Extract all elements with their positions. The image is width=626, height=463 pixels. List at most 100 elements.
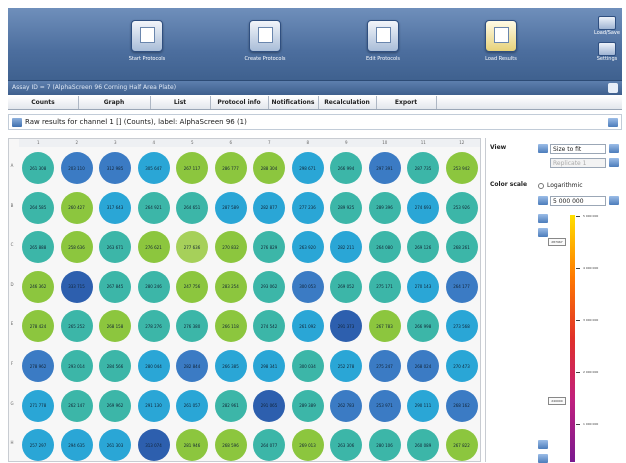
plate-well[interactable]: 300 053 — [291, 270, 324, 303]
plate-well[interactable]: 268 024 — [407, 350, 439, 382]
plate-well[interactable]: 281 946 — [176, 429, 208, 461]
row-header[interactable]: E — [9, 321, 15, 326]
plate-well[interactable]: 269 013 — [291, 429, 324, 461]
plate-well[interactable]: 257 297 — [22, 429, 54, 461]
plate-well[interactable]: 277 636 — [176, 231, 208, 264]
plate-well[interactable]: 298 341 — [253, 350, 285, 382]
plate-well[interactable]: 262 147 — [60, 389, 93, 422]
plate-well[interactable]: 260 427 — [60, 191, 93, 224]
plate-well[interactable]: 282 961 — [214, 389, 247, 422]
plate-well[interactable]: 282 877 — [253, 191, 285, 224]
tab-counts[interactable]: Counts — [8, 96, 79, 109]
edit-protocols-button[interactable]: Edit Protocols — [348, 14, 418, 74]
plate-well[interactable]: 283 254 — [214, 270, 247, 303]
plate-well[interactable]: 261 057 — [176, 389, 208, 422]
plate-well[interactable]: 252 278 — [330, 350, 362, 382]
plate-well[interactable]: 271 778 — [22, 389, 54, 422]
row-header[interactable]: C — [9, 242, 15, 247]
column-header[interactable]: 11 — [404, 139, 443, 147]
plate-well[interactable]: 284 566 — [99, 350, 131, 382]
plate-well[interactable]: 289 396 — [368, 191, 401, 224]
plate-well[interactable]: 268 158 — [99, 310, 131, 343]
scale-up-button[interactable] — [538, 214, 548, 223]
max-next-button[interactable] — [609, 196, 619, 205]
plate-well[interactable]: 290 111 — [407, 389, 439, 422]
plate-well[interactable]: 267 783 — [368, 310, 401, 343]
max-prev-button[interactable] — [538, 196, 548, 205]
plate-well[interactable]: 264 585 — [22, 191, 54, 224]
plate-well[interactable]: 253 971 — [368, 389, 401, 422]
plate-well[interactable]: 203 110 — [60, 152, 93, 184]
plate-well[interactable]: 266 994 — [330, 152, 362, 184]
tab-graph[interactable]: Graph — [78, 96, 151, 109]
scale-bottom-marker[interactable]: 240000 — [548, 397, 566, 405]
view-next-button[interactable] — [609, 144, 619, 153]
plate-well[interactable]: 263 920 — [291, 231, 324, 264]
column-header[interactable]: 6 — [211, 139, 250, 147]
row-header[interactable]: F — [9, 361, 15, 366]
create-protocols-button[interactable]: Create Protocols — [230, 14, 300, 74]
plate-well[interactable]: 269 126 — [407, 231, 439, 264]
plate-well[interactable]: 267 845 — [99, 270, 131, 303]
column-header[interactable]: 2 — [57, 139, 96, 147]
logarithmic-radio[interactable] — [538, 183, 544, 189]
plate-well[interactable]: 267 117 — [176, 152, 208, 184]
tab-protocol-info[interactable]: Protocol info — [210, 96, 269, 109]
plate-well[interactable]: 289 389 — [291, 389, 324, 422]
load-save-icon[interactable] — [598, 16, 616, 30]
plate-well[interactable]: 280 106 — [368, 429, 401, 461]
plate-well[interactable]: 264 651 — [176, 191, 208, 224]
settings-icon[interactable] — [598, 42, 616, 56]
plate-well[interactable]: 270 473 — [445, 350, 478, 382]
plate-well[interactable]: 270 143 — [407, 270, 439, 303]
plate-well[interactable]: 289 925 — [330, 191, 362, 224]
view-select[interactable]: Size to fit — [550, 144, 606, 154]
plate-well[interactable]: 265 888 — [22, 231, 54, 264]
plate-well[interactable]: 263 671 — [99, 231, 131, 264]
column-header[interactable]: 7 — [250, 139, 289, 147]
plate-well[interactable]: 247 756 — [176, 270, 208, 303]
plate-well[interactable]: 287 589 — [214, 191, 247, 224]
plate-well[interactable]: 264 077 — [253, 429, 285, 461]
window-menu-icon[interactable] — [608, 83, 618, 93]
column-header[interactable]: 12 — [442, 139, 480, 147]
plate-well[interactable]: 246 362 — [22, 270, 54, 303]
plate-well[interactable]: 269 962 — [99, 389, 131, 422]
plate-well[interactable]: 253 926 — [445, 191, 478, 224]
column-header[interactable]: 8 — [288, 139, 327, 147]
plate-well[interactable]: 297 391 — [368, 152, 401, 184]
plate-well[interactable]: 278 424 — [22, 310, 54, 343]
tab-recalculation[interactable]: Recalculation — [318, 96, 377, 109]
plate-well[interactable]: 269 052 — [330, 270, 362, 303]
plate-well[interactable]: 264 080 — [368, 231, 401, 264]
plate-well[interactable]: 312 985 — [99, 152, 131, 184]
plate-well[interactable]: 291 065 — [253, 389, 285, 422]
plate-well[interactable]: 275 247 — [368, 350, 401, 382]
plate-well[interactable]: 265 252 — [60, 310, 93, 343]
plate-well[interactable]: 293 062 — [253, 270, 285, 303]
plate-well[interactable]: 282 844 — [176, 350, 208, 382]
plate-well[interactable]: 274 542 — [253, 310, 285, 343]
plate-well[interactable]: 274 693 — [407, 191, 439, 224]
plate-well[interactable]: 276 380 — [176, 310, 208, 343]
plate-well[interactable]: 291 130 — [137, 389, 170, 422]
max-value-field[interactable]: 5 000 000 — [550, 196, 606, 206]
row-header[interactable]: B — [9, 203, 15, 208]
tab-export[interactable]: Export — [376, 96, 437, 109]
column-header[interactable]: 1 — [19, 139, 58, 147]
plate-well[interactable]: 298 671 — [291, 152, 324, 184]
plate-well[interactable]: 268 596 — [214, 429, 247, 461]
plate-well[interactable]: 287 735 — [407, 152, 439, 184]
plate-well[interactable]: 282 211 — [330, 231, 362, 264]
plate-well[interactable]: 258 636 — [60, 231, 93, 264]
view-prev-button[interactable] — [538, 144, 548, 153]
plate-well[interactable]: 280 044 — [137, 350, 170, 382]
replicate-button[interactable] — [609, 158, 619, 167]
column-header[interactable]: 4 — [134, 139, 173, 147]
plate-well[interactable]: 278 276 — [137, 310, 170, 343]
plate-well[interactable]: 261 092 — [291, 310, 324, 343]
plate-well[interactable]: 275 171 — [368, 270, 401, 303]
plate-well[interactable]: 333 715 — [60, 270, 93, 303]
plate-well[interactable]: 264 921 — [137, 191, 170, 224]
plate-well[interactable]: 300 034 — [291, 350, 324, 382]
